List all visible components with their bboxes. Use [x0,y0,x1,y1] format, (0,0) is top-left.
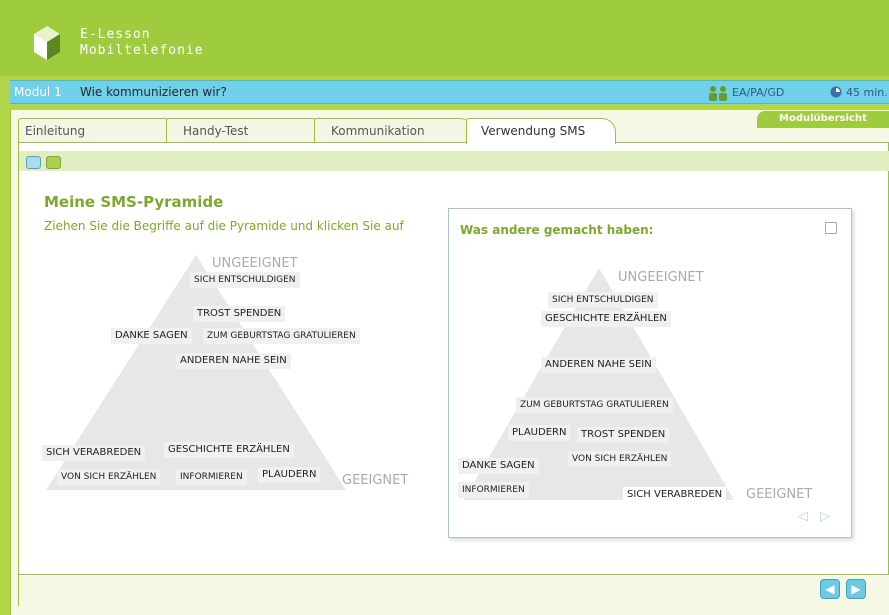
footer-bar [19,574,889,606]
next-arrow-icon: ▶ [851,582,861,596]
term-chip[interactable]: INFORMIEREN [176,469,247,485]
others-term-chip: SICH VERABREDEN [623,487,727,503]
tab-kommunikation[interactable]: Kommunikation [314,118,474,142]
tab-verwendung-sms[interactable]: Verwendung SMS [466,118,616,144]
dialog-prev-arrow-icon[interactable]: ◁ [798,509,808,524]
dialog-next-arrow-icon[interactable]: ▷ [820,509,830,524]
instruction-text: Ziehen Sie die Begriffe auf die Pyramide… [44,219,404,233]
others-term-chip: GESCHICHTE ERZÄHLEN [541,311,671,327]
header: E-Lesson Mobiltelefonie [0,0,889,76]
clock-icon [830,86,842,98]
dialog-close-checkbox[interactable] [825,222,837,234]
pyramid-bottom-label: GEEIGNET [342,473,409,488]
others-term-chip: ZUM GEBURTSTAG GRATULIEREN [516,397,673,413]
term-chip[interactable]: PLAUDERN [258,467,321,483]
pyramid-top-label: UNGEEIGNET [212,256,298,271]
logo-subtitle: Mobiltelefonie [80,43,204,58]
logo-title: E-Lesson [80,27,151,42]
tab-handy-test[interactable]: Handy-Test [166,118,326,142]
method-label: EA/PA/GD [732,86,785,99]
people-icon [709,86,727,101]
others-pyramid-bottom-label: GEEIGNET [746,487,813,502]
term-chip[interactable]: ANDEREN NAHE SEIN [176,353,291,369]
others-term-chip: PLAUDERN [508,425,571,441]
term-chip[interactable]: TROST SPENDEN [193,306,286,322]
others-pyramid-top-label: UNGEEIGNET [618,270,704,285]
module-title: Wie kommunizieren wir? [80,85,227,99]
page-heading: Meine SMS-Pyramide [44,193,224,211]
next-page-button[interactable]: ▶ [846,579,866,599]
duration-label: 45 min. [846,86,888,99]
prev-arrow-icon: ◀ [825,582,835,596]
module-number: Modul 1 [14,85,62,99]
sub-navigation [19,151,889,171]
others-term-chip: ANDEREN NAHE SEIN [541,357,656,373]
tab-einleitung[interactable]: Einleitung [18,118,178,142]
others-term-chip: TROST SPENDEN [577,427,670,443]
subpage-button-1[interactable] [26,156,41,169]
term-chip[interactable]: SICH VERABREDEN [42,445,146,461]
e-lesson-logo-icon [34,26,60,60]
dialog-title: Was andere gemacht haben: [460,223,654,237]
module-overview-button[interactable]: Modulübersicht [757,111,889,128]
term-chip[interactable]: ZUM GEBURTSTAG GRATULIEREN [203,328,360,344]
others-term-chip: DANKE SAGEN [458,458,539,474]
module-bar: Modul 1 Wie kommunizieren wir? EA/PA/GD … [10,80,889,104]
subpage-button-2[interactable] [46,156,61,169]
others-term-chip: VON SICH ERZÄHLEN [568,451,672,467]
term-chip[interactable]: SICH ENTSCHULDIGEN [190,272,300,288]
others-term-chip: SICH ENTSCHULDIGEN [548,292,658,308]
term-chip[interactable]: GESCHICHTE ERZÄHLEN [164,442,294,458]
others-term-chip: INFORMIEREN [458,482,529,498]
term-chip[interactable]: DANKE SAGEN [111,328,192,344]
prev-page-button[interactable]: ◀ [820,579,840,599]
term-chip[interactable]: VON SICH ERZÄHLEN [57,469,161,485]
